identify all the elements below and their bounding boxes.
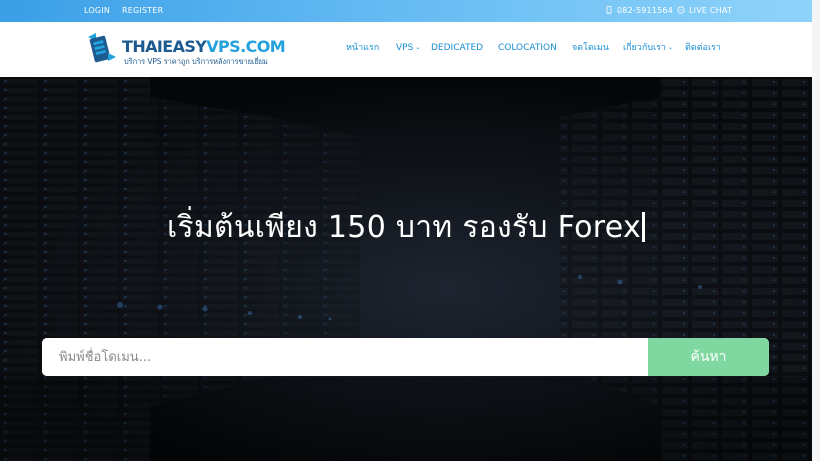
phone-contact[interactable]: 082-5911564	[605, 0, 673, 22]
hero-headline: เริ่มต้นเพียง 150 บาท รองรับ Forex	[0, 204, 812, 251]
login-link[interactable]: LOGIN	[84, 0, 110, 22]
hero-headline-text: เริ่มต้นเพียง 150 บาท รองรับ Forex	[167, 210, 641, 245]
nav-item-vps-label: VPS	[396, 43, 414, 53]
phone-number: 082-5911564	[617, 6, 673, 15]
nav-item-dedicated[interactable]: DEDICATED	[431, 22, 483, 77]
nav-item-colocation[interactable]: COLOCATION	[498, 22, 557, 77]
nav-item-domain[interactable]: จดโดเมน	[572, 22, 609, 77]
top-bar: LOGIN REGISTER 082-5911564 LIVE CHAT	[0, 0, 812, 22]
search-button[interactable]: ค้นหา	[648, 338, 769, 376]
chevron-down-icon: ⌄	[667, 44, 674, 51]
phone-icon	[606, 6, 612, 14]
domain-search-input[interactable]	[42, 338, 648, 376]
live-chat-link[interactable]: LIVE CHAT	[677, 0, 732, 22]
logo-name-part1: THAIEASY	[122, 37, 207, 56]
chat-icon	[677, 6, 685, 14]
chevron-down-icon: ⌄	[415, 44, 421, 51]
hero-banner: เริ่มต้นเพียง 150 บาท รองรับ Forex ค้นหา	[0, 77, 812, 461]
site-header: THAIEASYVPS.COM บริการ VPS ราคาถูก บริกา…	[0, 22, 812, 77]
live-chat-label: LIVE CHAT	[689, 6, 733, 15]
nav-item-vps[interactable]: VPS ⌄	[396, 22, 420, 77]
typing-cursor	[642, 212, 645, 242]
register-link[interactable]: REGISTER	[122, 0, 163, 22]
logo-tagline: บริการ VPS ราคาถูก บริการหลังการขายเยี่ย…	[124, 57, 268, 66]
page-edge-strip	[812, 0, 820, 461]
nav-item-contact[interactable]: ติดต่อเรา	[685, 22, 721, 77]
domain-search-form: ค้นหา	[42, 338, 769, 376]
server-room-background	[0, 77, 812, 461]
site-logo[interactable]: THAIEASYVPS.COM บริการ VPS ราคาถูก บริกา…	[84, 31, 286, 69]
server-logo-icon	[88, 33, 116, 63]
nav-item-about[interactable]: เกี่ยวกับเรา ⌄	[623, 22, 673, 77]
nav-item-about-label: เกี่ยวกับเรา	[623, 43, 666, 53]
logo-wordmark: THAIEASYVPS.COM	[122, 37, 286, 56]
nav-item-home[interactable]: หน้าแรก	[346, 22, 379, 77]
logo-name-part2: VPS.COM	[206, 37, 286, 56]
